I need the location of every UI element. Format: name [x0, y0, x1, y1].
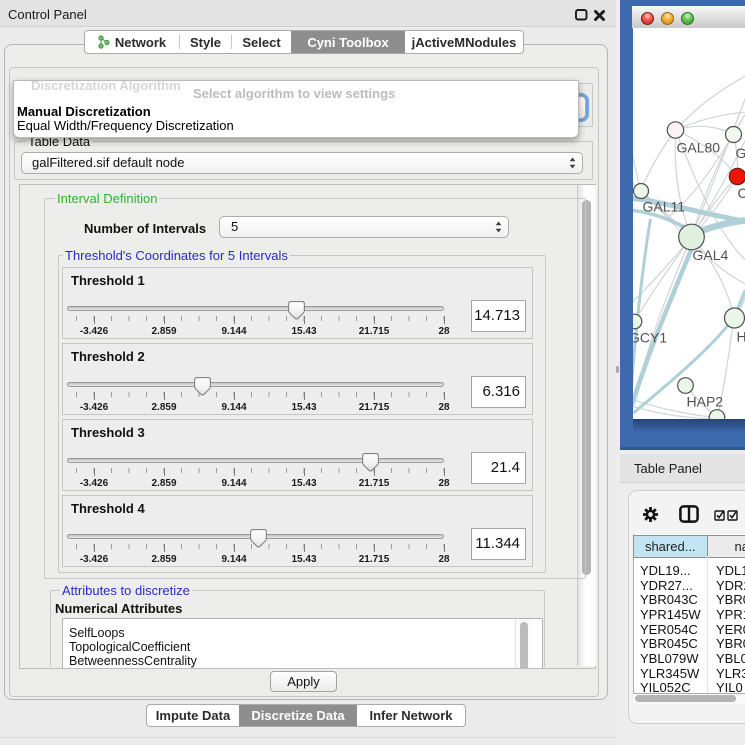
svg-text:C: C: [737, 185, 745, 201]
svg-text:GAL80: GAL80: [676, 140, 720, 156]
svg-text:G.: G.: [735, 145, 745, 161]
svg-text:HAP2: HAP2: [686, 394, 723, 410]
svg-text:GAL11: GAL11: [642, 199, 685, 215]
svg-text:H: H: [736, 329, 745, 345]
svg-text:GAL4: GAL4: [692, 247, 728, 263]
svg-text:GCY1: GCY1: [633, 330, 667, 346]
